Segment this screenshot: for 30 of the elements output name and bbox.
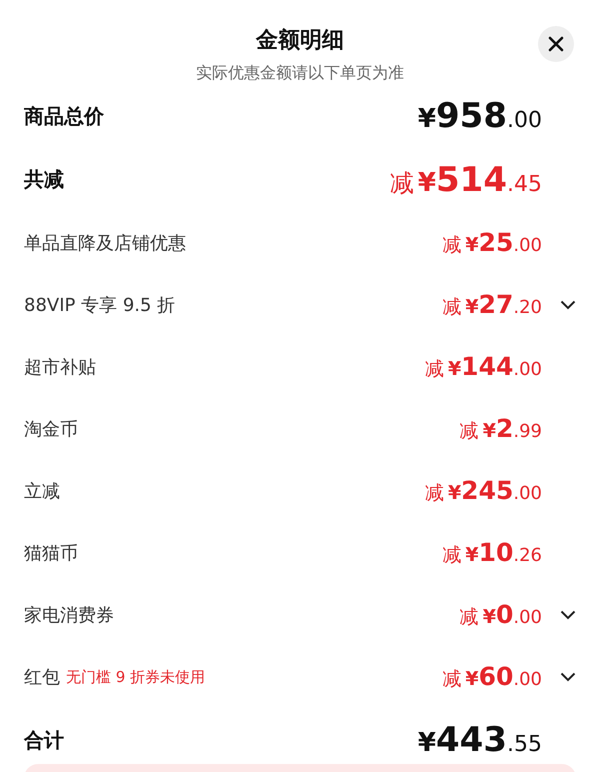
amount: 减 ¥2.99 (460, 414, 542, 444)
amount: 减 ¥245.00 (424, 476, 542, 506)
amount: 减¥514.45 (390, 160, 542, 200)
amount: ¥443.55 (418, 720, 542, 760)
row-label: 共减 (24, 166, 64, 194)
amount: 减 ¥10.26 (442, 538, 542, 568)
row-label: 立减 (24, 480, 60, 504)
amount: 减 ¥60.00 (442, 662, 542, 692)
row-label: 红包 (24, 666, 60, 690)
row-label: 合计 (24, 726, 64, 754)
chevron-down-icon[interactable] (560, 300, 576, 310)
chevron-down-icon[interactable] (560, 610, 576, 620)
row-label: 淘金币 (24, 418, 78, 441)
chevron-down-icon[interactable] (560, 672, 576, 682)
sheet-subtitle: 实际优惠金额请以下单页为准 (196, 62, 404, 84)
amount: ¥958.00 (418, 96, 542, 136)
sheet-title: 金额明细 (256, 27, 344, 55)
close-button[interactable] (538, 26, 574, 62)
row-label: 商品总价 (24, 102, 104, 130)
amount: 减 ¥25.00 (442, 228, 542, 258)
row-label: 88VIP 专享 9.5 折 (24, 294, 176, 317)
amount: 减 ¥0.00 (460, 600, 542, 630)
amount: 减 ¥27.20 (442, 290, 542, 320)
row-label: 单品直降及店铺优惠 (24, 232, 186, 255)
coupon-note: 无门槛 9 折券未使用 (66, 668, 206, 687)
row-label: 超市补贴 (24, 356, 96, 379)
row-label: 家电消费券 (24, 604, 114, 628)
row-label: 猫猫币 (24, 542, 78, 566)
close-icon (548, 36, 564, 52)
amount: 减 ¥144.00 (424, 352, 542, 382)
